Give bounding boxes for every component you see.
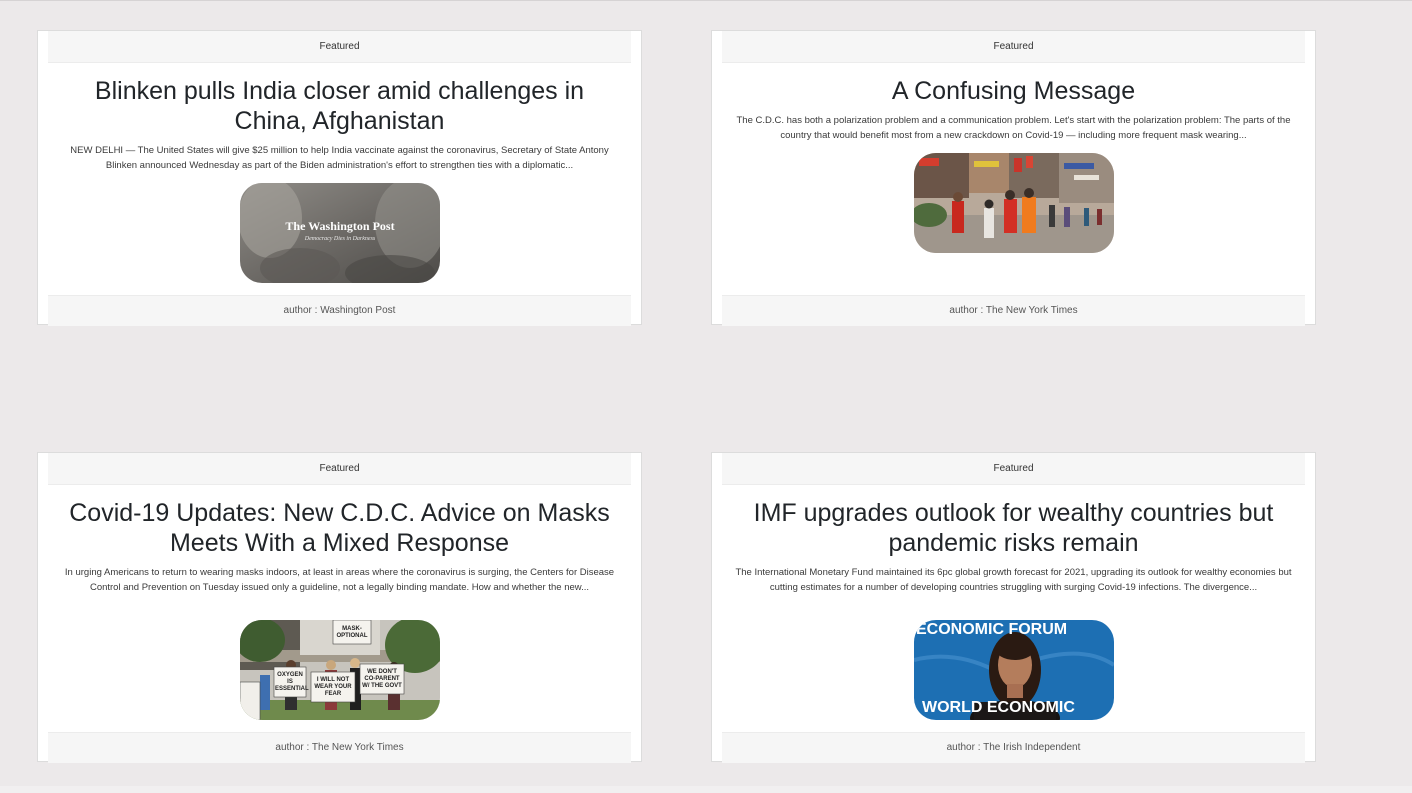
washington-post-slogan-text: Democracy Dies in Darkness (304, 236, 376, 242)
card-header-featured: Featured (722, 453, 1305, 485)
sign-no-co-parent: WE DON'T CO-PARENT W/ THE GOVT (362, 669, 402, 689)
card-description: The International Monetary Fund maintain… (735, 567, 1292, 593)
sign-mask-optional: MASK-OPTIONAL (336, 626, 368, 639)
backdrop-text-top: ECONOMIC FORUM (916, 621, 1068, 638)
news-card[interactable]: Featured IMF upgrades outlook for wealth… (711, 452, 1316, 763)
news-card[interactable]: Featured Blinken pulls India closer amid… (37, 30, 642, 326)
washington-post-brand-text: The Washington Post (285, 219, 395, 233)
mask-protest-image[interactable]: MASK-OPTIONAL OXYGEN IS ESSENTIAL I WILL… (240, 620, 440, 720)
card-footer-author: author : The Irish Independent (722, 732, 1305, 763)
sign-will-not-wear-fear: I WILL NOT WEAR YOUR FEAR (314, 677, 352, 697)
card-title[interactable]: Covid-19 Updates: New C.D.C. Advice on M… (56, 498, 623, 558)
card-footer-author: author : The New York Times (48, 732, 631, 763)
card-title[interactable]: IMF upgrades outlook for wealthy countri… (730, 498, 1297, 558)
card-header-featured: Featured (48, 31, 631, 63)
card-header-featured: Featured (48, 453, 631, 485)
card-title[interactable]: Blinken pulls India closer amid challeng… (56, 76, 623, 136)
bottom-strip (0, 786, 1412, 793)
street-vaccination-image[interactable] (914, 153, 1114, 253)
card-title[interactable]: A Confusing Message (730, 76, 1297, 106)
news-card[interactable]: Featured Covid-19 Updates: New C.D.C. Ad… (37, 452, 642, 763)
news-card[interactable]: Featured A Confusing Message The C.D.C. … (711, 30, 1316, 326)
sign-oxygen-essential: OXYGEN IS ESSENTIAL (275, 672, 309, 692)
washington-post-logo-image[interactable]: The Washington Post Democracy Dies in Da… (240, 183, 440, 283)
backdrop-text-bottom: WORLD ECONOMIC (922, 699, 1075, 716)
card-footer-author: author : The New York Times (722, 295, 1305, 326)
economic-forum-speaker-image[interactable]: ECONOMIC FORUM WORLD ECONOMIC (914, 620, 1114, 720)
card-header-featured: Featured (722, 31, 1305, 63)
card-footer-author: author : Washington Post (48, 295, 631, 326)
card-description: The C.D.C. has both a polarization probl… (736, 115, 1291, 141)
card-description: In urging Americans to return to wearing… (64, 567, 615, 593)
card-description: NEW DELHI — The United States will give … (70, 145, 609, 171)
top-rule (0, 0, 1412, 1)
